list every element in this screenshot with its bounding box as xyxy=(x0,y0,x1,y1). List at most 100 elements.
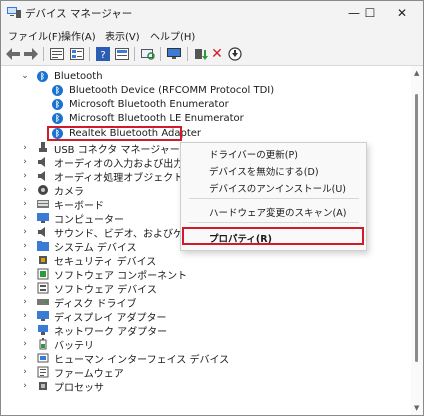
menu-view[interactable]: 表示(V) xyxy=(105,28,140,43)
expand-arrow-icon[interactable]: › xyxy=(20,281,30,295)
uninstall-icon[interactable]: ✕ xyxy=(209,46,225,62)
expand-arrow-icon[interactable]: › xyxy=(20,211,30,225)
monitor-icon[interactable] xyxy=(166,46,182,62)
expand-arrow-icon[interactable]: › xyxy=(20,309,30,323)
tree-category-display-adapters[interactable]: ディスプレイ アダプター xyxy=(36,309,166,324)
menu-file[interactable]: ファイル(F) xyxy=(8,28,62,43)
tree-category-disk-drives[interactable]: ディスク ドライブ xyxy=(36,295,136,310)
bluetooth-icon: ᛒ xyxy=(36,70,49,83)
tree-category-keyboard[interactable]: キーボード xyxy=(36,197,104,212)
expand-arrow-icon[interactable]: › xyxy=(20,155,30,169)
category-label: バッテリ xyxy=(54,340,94,352)
properties-highlight xyxy=(182,227,364,245)
scroll-up-icon[interactable]: ▲ xyxy=(414,69,419,77)
menu-bar: ファイル(F) 操作(A) 表示(V) ヘルプ(H) xyxy=(1,25,423,43)
device-label: Bluetooth Device (RFCOMM Protocol TDI) xyxy=(69,84,275,96)
category-label: ネットワーク アダプター xyxy=(54,326,168,338)
battery-icon xyxy=(36,338,49,351)
toolbar-separator xyxy=(187,47,188,61)
speaker-icon xyxy=(36,226,49,239)
tree-category-bluetooth[interactable]: ᛒ Bluetooth xyxy=(36,69,103,83)
menu-item-scan-hardware[interactable]: ハードウェア変更のスキャン(A) xyxy=(209,205,346,219)
expand-arrow-icon[interactable]: › xyxy=(20,267,30,281)
bluetooth-icon: ᛒ xyxy=(51,84,64,97)
speaker-icon xyxy=(36,156,49,169)
properties-icon[interactable] xyxy=(49,46,65,62)
scan-icon[interactable] xyxy=(140,46,156,62)
camera-icon xyxy=(36,184,49,197)
category-label: カメラ xyxy=(54,186,84,198)
toolbar: ? ✕ xyxy=(1,43,423,66)
collapse-arrow-icon[interactable]: ⌄ xyxy=(20,69,30,83)
network-icon xyxy=(36,324,49,337)
tree-category-battery[interactable]: バッテリ xyxy=(36,337,94,352)
tree-category-hid[interactable]: ヒューマン インターフェイス デバイス xyxy=(36,351,230,366)
menu-item-uninstall-device[interactable]: デバイスのアンインストール(U) xyxy=(209,181,346,195)
category-label: セキュリティ デバイス xyxy=(54,256,157,268)
category-label: USB コネクタ マネージャー xyxy=(54,144,180,156)
window-title: デバイス マネージャー xyxy=(25,8,133,20)
menu-help[interactable]: ヘルプ(H) xyxy=(150,28,195,43)
svg-text:?: ? xyxy=(100,50,105,61)
device-label: Microsoft Bluetooth Enumerator xyxy=(69,98,229,110)
scrollbar-thumb[interactable] xyxy=(415,94,418,362)
bluetooth-icon: ᛒ xyxy=(51,112,64,125)
speaker-icon xyxy=(36,170,49,183)
back-icon[interactable] xyxy=(5,46,21,62)
scroll-down-icon[interactable]: ▼ xyxy=(414,404,419,412)
tree-device[interactable]: ᛒ Microsoft Bluetooth LE Enumerator xyxy=(51,111,244,125)
computer-icon xyxy=(36,212,49,225)
firmware-icon xyxy=(36,366,49,379)
expand-arrow-icon[interactable]: › xyxy=(20,337,30,351)
tree-category-software-devices[interactable]: ソフトウェア デバイス xyxy=(36,281,157,296)
bluetooth-icon: ᛒ xyxy=(51,98,64,111)
category-label: コンピューター xyxy=(54,214,124,226)
usb-icon xyxy=(36,142,49,155)
tree-category-software-components[interactable]: ソフトウェア コンポーネント xyxy=(36,267,187,282)
expand-arrow-icon[interactable]: › xyxy=(20,225,30,239)
tree-category-computer[interactable]: コンピューター xyxy=(36,211,124,226)
expand-arrow-icon[interactable]: › xyxy=(20,239,30,253)
tree-category-camera[interactable]: カメラ xyxy=(36,183,84,198)
download-icon[interactable] xyxy=(227,46,243,62)
tree-category-network-adapters[interactable]: ネットワーク アダプター xyxy=(36,323,168,338)
tree-category-security-devices[interactable]: セキュリティ デバイス xyxy=(36,253,157,268)
vertical-scrollbar[interactable]: ▲ ▼ xyxy=(411,66,423,415)
expand-arrow-icon[interactable]: › xyxy=(20,351,30,365)
menu-item-disable-device[interactable]: デバイスを無効にする(D) xyxy=(209,164,319,178)
forward-icon[interactable] xyxy=(23,46,39,62)
device-manager-window: デバイス マネージャー — ☐ ✕ ファイル(F) 操作(A) 表示(V) ヘル… xyxy=(0,0,424,416)
category-label: ヒューマン インターフェイス デバイス xyxy=(54,354,230,366)
tree-category-firmware[interactable]: ファームウェア xyxy=(36,365,124,380)
update-driver-icon[interactable] xyxy=(193,46,209,62)
close-button[interactable]: ✕ xyxy=(379,1,423,25)
tree-category-processors[interactable]: プロセッサ xyxy=(36,379,104,394)
component-icon xyxy=(36,268,49,281)
expand-arrow-icon[interactable]: › xyxy=(20,365,30,379)
expand-arrow-icon[interactable]: › xyxy=(20,183,30,197)
menu-item-update-driver[interactable]: ドライバーの更新(P) xyxy=(209,147,298,161)
view-icon[interactable] xyxy=(69,46,85,62)
tree-device[interactable]: ᛒ Bluetooth Device (RFCOMM Protocol TDI) xyxy=(51,83,274,97)
expand-arrow-icon[interactable]: › xyxy=(20,169,30,183)
expand-arrow-icon[interactable]: › xyxy=(20,295,30,309)
category-label: キーボード xyxy=(54,200,104,212)
toolbar-separator xyxy=(160,47,161,61)
category-label: システム デバイス xyxy=(54,242,137,254)
expand-arrow-icon[interactable]: › xyxy=(20,253,30,267)
expand-arrow-icon[interactable]: › xyxy=(20,141,30,155)
tree-category-usb-connector[interactable]: USB コネクタ マネージャー xyxy=(36,141,180,156)
category-label: オーディオの入力および出力 xyxy=(54,158,184,170)
expand-arrow-icon[interactable]: › xyxy=(20,379,30,393)
device-manager-app-icon xyxy=(7,6,21,18)
tree-category-system-devices[interactable]: システム デバイス xyxy=(36,239,137,254)
expand-arrow-icon[interactable]: › xyxy=(20,197,30,211)
show-hidden-icon[interactable] xyxy=(114,46,130,62)
processor-icon xyxy=(36,380,49,393)
tree-device[interactable]: ᛒ Microsoft Bluetooth Enumerator xyxy=(51,97,229,111)
expand-arrow-icon[interactable]: › xyxy=(20,323,30,337)
category-label: プロセッサ xyxy=(54,382,104,394)
tree-category-audio-io[interactable]: オーディオの入力および出力 xyxy=(36,155,184,170)
help-icon[interactable]: ? xyxy=(95,46,111,62)
menu-action[interactable]: 操作(A) xyxy=(61,28,96,43)
